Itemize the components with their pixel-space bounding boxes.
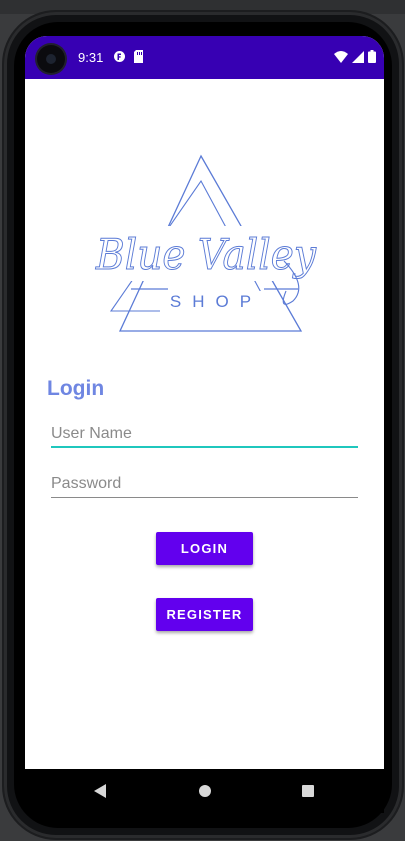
password-field[interactable] bbox=[51, 472, 358, 498]
register-button[interactable]: REGISTER bbox=[156, 598, 253, 631]
back-icon[interactable] bbox=[93, 783, 107, 804]
status-time: 9:31 bbox=[78, 50, 104, 65]
sd-card-icon bbox=[133, 50, 144, 68]
password-input[interactable] bbox=[51, 472, 358, 496]
home-icon[interactable] bbox=[198, 783, 212, 804]
navigation-bar bbox=[25, 769, 384, 813]
username-input[interactable] bbox=[51, 422, 358, 446]
recents-icon[interactable] bbox=[301, 783, 315, 804]
logo-brand-script: Blue Valley bbox=[95, 230, 317, 279]
app-screen: 9:31 Blue Valley SHOP Login User Name LO… bbox=[25, 36, 384, 769]
username-field[interactable] bbox=[51, 422, 358, 448]
blue-valley-shop-logo: Blue Valley SHOP bbox=[95, 154, 318, 332]
cell-signal-icon bbox=[352, 50, 364, 68]
username-underline bbox=[51, 446, 358, 448]
app-notification-icon bbox=[113, 50, 126, 68]
logo-brand-sub: SHOP bbox=[170, 292, 262, 311]
login-title: Login bbox=[47, 377, 105, 400]
camera-punch-hole bbox=[37, 45, 65, 73]
wifi-icon bbox=[334, 50, 348, 68]
login-button[interactable]: LOGIN bbox=[156, 532, 253, 565]
battery-icon bbox=[368, 50, 376, 68]
password-underline bbox=[51, 496, 358, 498]
status-bar: 9:31 bbox=[25, 36, 384, 79]
